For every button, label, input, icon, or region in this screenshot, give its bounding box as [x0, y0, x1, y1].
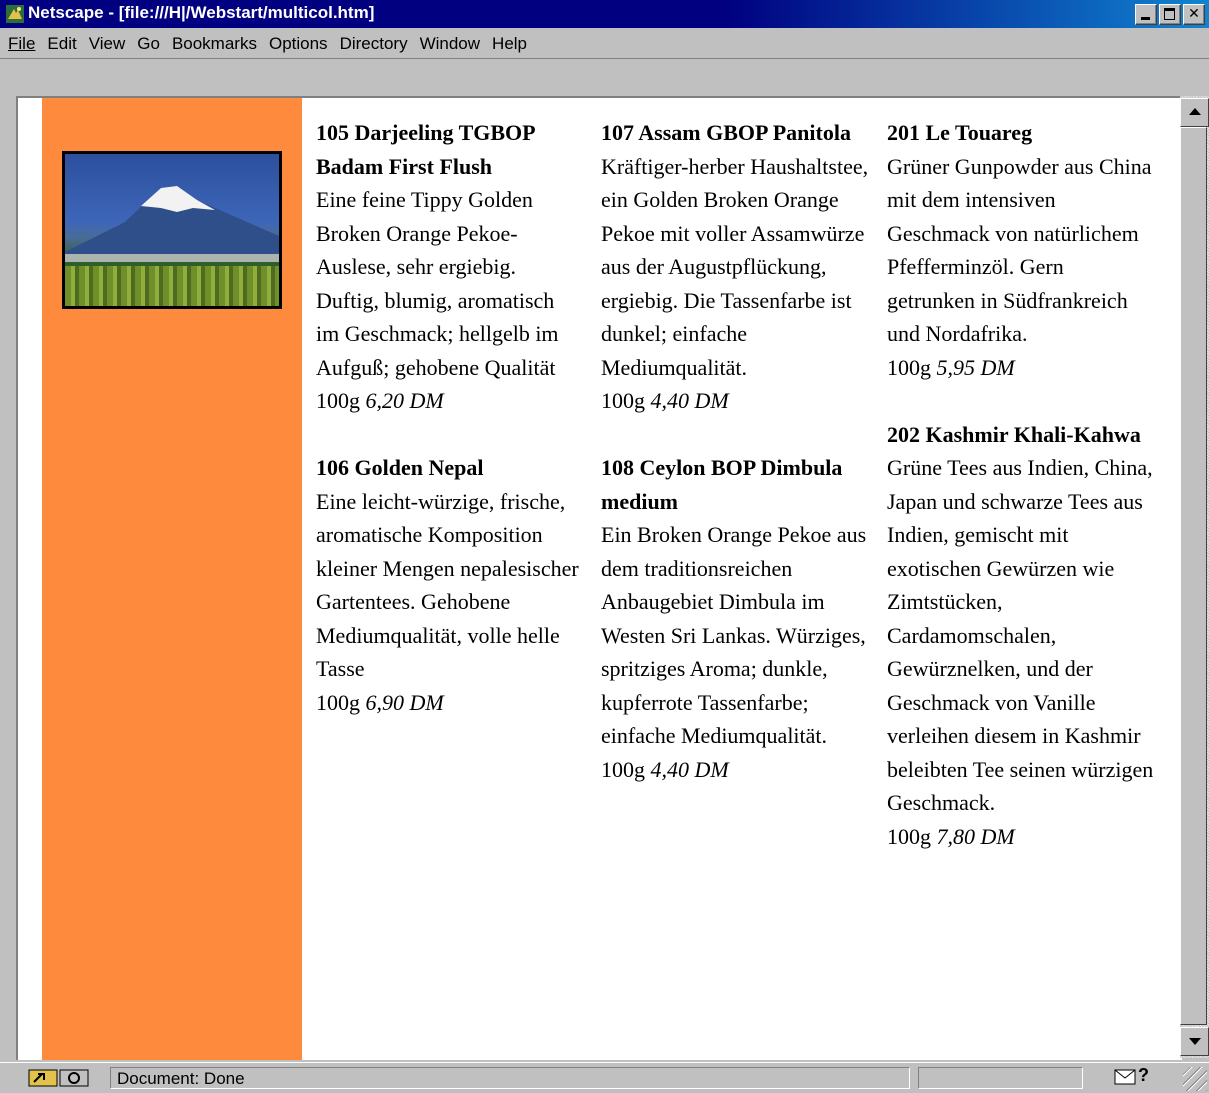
close-button[interactable]: ✕ — [1183, 4, 1205, 25]
mail-icon[interactable] — [1114, 1069, 1136, 1085]
tea-description: Eine feine Tippy Golden Broken Orange Pe… — [316, 187, 559, 380]
tea-description: Eine leicht-würzige, frische, aromatisch… — [316, 488, 579, 682]
resize-grip[interactable] — [1183, 1067, 1207, 1091]
vertical-scrollbar[interactable] — [1180, 96, 1209, 1058]
tea-price: 100g 7,80 DM — [887, 823, 1015, 849]
menu-edit[interactable]: Edit — [41, 28, 82, 54]
tea-price: 100g 6,20 DM — [316, 388, 444, 413]
scroll-thumb[interactable] — [1180, 127, 1207, 1025]
tea-item: 202 Kashmir Khali-Kahwa Grüne Tees aus I… — [887, 418, 1157, 854]
tea-column-2: 107 Assam GBOP Panitola Kräftiger-herber… — [601, 116, 869, 820]
menu-directory[interactable]: Directory — [334, 28, 414, 54]
tea-item: 108 Ceylon BOP Dimbula medium Ein Broken… — [601, 451, 869, 786]
scroll-down-button[interactable] — [1180, 1027, 1209, 1056]
menu-help[interactable]: Help — [486, 28, 533, 54]
tea-item: 106 Golden Nepal Eine leicht-würzige, fr… — [316, 451, 581, 719]
window-title: Netscape - [file:///H|/Webstart/multicol… — [28, 3, 375, 22]
menu-file[interactable]: File — [2, 28, 41, 54]
menu-window[interactable]: Window — [414, 28, 486, 54]
security-key-icon[interactable] — [28, 1068, 90, 1088]
tea-column-1: 105 Darjeeling TGBOP Badam First Flush E… — [316, 116, 581, 753]
tea-item: 201 Le Touareg Grüner Gunpowder aus Chin… — [887, 116, 1157, 384]
minimize-button[interactable] — [1135, 4, 1157, 25]
menu-bar: File Edit View Go Bookmarks Options Dire… — [0, 28, 1209, 59]
netscape-icon — [6, 5, 24, 23]
mount-fuji-image — [62, 151, 282, 309]
status-bar: Document: Done ? — [0, 1062, 1209, 1093]
tea-title: 202 Kashmir Khali-Kahwa — [887, 421, 1141, 447]
scroll-up-button[interactable] — [1180, 98, 1209, 127]
menu-view[interactable]: View — [83, 28, 132, 54]
maximize-button[interactable] — [1159, 4, 1181, 25]
tea-title: 108 Ceylon BOP Dimbula medium — [601, 455, 843, 514]
tea-title: 201 Le Touareg — [887, 120, 1033, 145]
content-area: 105 Darjeeling TGBOP Badam First Flush E… — [16, 96, 1182, 1060]
tea-column-3: 201 Le Touareg Grüner Gunpowder aus Chin… — [887, 116, 1157, 887]
tea-title: 105 Darjeeling TGBOP Badam First Flush — [316, 120, 535, 179]
tea-price: 100g 5,95 DM — [887, 354, 1015, 380]
menu-options[interactable]: Options — [263, 28, 334, 54]
tea-price: 100g 6,90 DM — [316, 689, 444, 715]
menu-bookmarks[interactable]: Bookmarks — [166, 28, 263, 54]
help-question-icon[interactable]: ? — [1138, 1065, 1149, 1086]
tea-title: 107 Assam GBOP Panitola — [601, 120, 851, 145]
tea-description: Ein Broken Orange Pekoe aus dem traditio… — [601, 522, 867, 748]
tea-price: 100g 4,40 DM — [601, 388, 729, 413]
progress-area — [918, 1067, 1083, 1089]
title-bar[interactable]: Netscape - [file:///H|/Webstart/multicol… — [0, 0, 1209, 28]
tea-item: 105 Darjeeling TGBOP Badam First Flush E… — [316, 116, 581, 418]
status-text: Document: Done — [110, 1067, 910, 1089]
tea-price: 100g 4,40 DM — [601, 756, 729, 782]
tea-title: 106 Golden Nepal — [316, 455, 484, 480]
tea-description: Grüne Tees aus Indien, China, Japan und … — [887, 455, 1154, 815]
tea-item: 107 Assam GBOP Panitola Kräftiger-herber… — [601, 116, 869, 418]
menu-go[interactable]: Go — [131, 28, 166, 54]
tea-description: Kräftiger-herber Haushaltstee, ein Golde… — [601, 153, 869, 380]
tea-description: Grüner Gunpowder aus China mit dem inten… — [887, 153, 1152, 347]
